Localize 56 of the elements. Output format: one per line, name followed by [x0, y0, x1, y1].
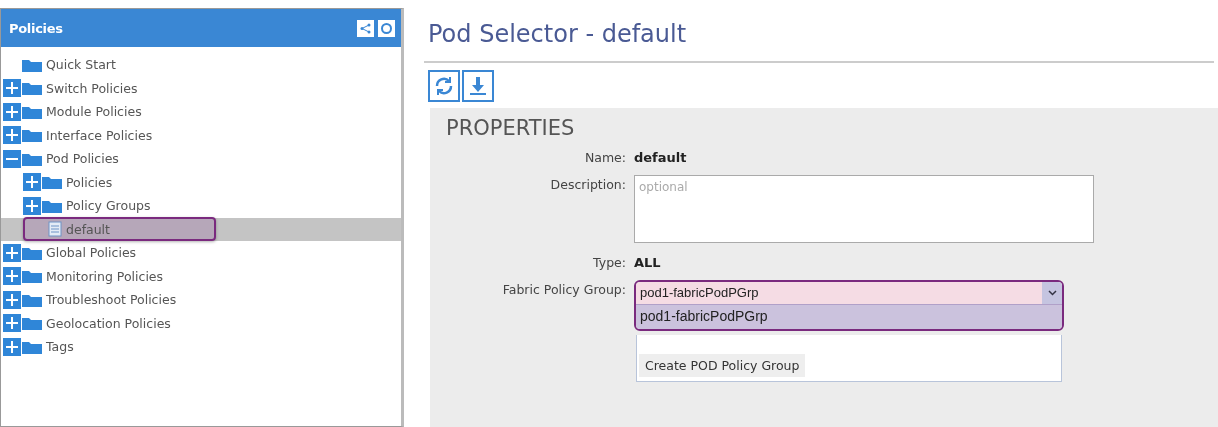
collapse-icon[interactable] — [3, 149, 21, 168]
tree-item[interactable]: Switch Policies — [46, 80, 138, 96]
expand-icon[interactable] — [3, 314, 21, 333]
tree-item[interactable]: Geolocation Policies — [46, 315, 171, 331]
section-heading: PROPERTIES — [446, 116, 576, 140]
download-icon — [467, 75, 489, 97]
field-label: Fabric Policy Group: — [502, 281, 626, 297]
tree-item[interactable]: Tags — [46, 339, 74, 355]
folder-icon — [42, 198, 62, 213]
folder-icon — [22, 245, 42, 260]
caret-icon[interactable] — [1042, 282, 1062, 304]
expand-icon[interactable] — [3, 290, 21, 309]
field-label: Description: — [550, 176, 626, 192]
tree-item[interactable]: Policy Groups — [66, 198, 151, 214]
tree-item[interactable]: Troubleshoot Policies — [46, 292, 177, 308]
tree-item[interactable]: Module Policies — [46, 104, 142, 120]
folder-icon — [22, 151, 42, 166]
document-icon — [48, 221, 62, 238]
field-label: Name: — [584, 149, 626, 165]
tree-item[interactable]: Global Policies — [46, 245, 137, 261]
folder-icon — [22, 316, 42, 331]
folder-icon — [22, 81, 42, 96]
tree-item[interactable]: Policies — [66, 174, 113, 190]
refresh-button[interactable] — [428, 70, 460, 102]
dropdown-field[interactable]: pod1-fabricPodPGrp — [636, 282, 1062, 305]
expand-icon[interactable] — [3, 267, 21, 286]
tree-item[interactable]: Interface Policies — [46, 127, 153, 143]
download-button[interactable] — [462, 70, 494, 102]
expand-icon[interactable] — [3, 243, 21, 262]
create-group-button[interactable]: Create POD Policy Group — [639, 354, 806, 377]
expand-icon[interactable] — [23, 196, 41, 215]
field-value: default — [634, 149, 688, 165]
share-icon[interactable] — [357, 19, 374, 37]
folder-icon — [22, 292, 42, 307]
description-field[interactable]: optional — [634, 175, 1094, 243]
folder-icon — [22, 104, 42, 119]
expand-icon[interactable] — [3, 79, 21, 98]
folder-icon — [22, 339, 42, 354]
refresh-icon[interactable] — [378, 19, 395, 37]
expand-icon[interactable] — [3, 337, 21, 356]
folder-icon — [22, 128, 42, 143]
expand-icon[interactable] — [23, 173, 41, 192]
tree-item[interactable]: Pod Policies — [46, 151, 119, 167]
folder-icon — [22, 57, 42, 72]
tree-item[interactable]: Monitoring Policies — [46, 268, 164, 284]
page-title: Pod Selector - default — [424, 8, 1214, 63]
sidebar-title: Policies — [9, 20, 64, 36]
refresh-icon — [433, 75, 455, 97]
dropdown-option[interactable]: pod1-fabricPodPGrp — [636, 305, 1062, 329]
folder-icon — [22, 269, 42, 284]
field-label: Type: — [593, 254, 626, 270]
field-value: ALL — [634, 254, 662, 270]
folder-icon — [42, 175, 62, 190]
expand-icon[interactable] — [3, 102, 21, 121]
tree-item[interactable]: Quick Start — [46, 57, 116, 73]
expand-icon[interactable] — [3, 126, 21, 145]
